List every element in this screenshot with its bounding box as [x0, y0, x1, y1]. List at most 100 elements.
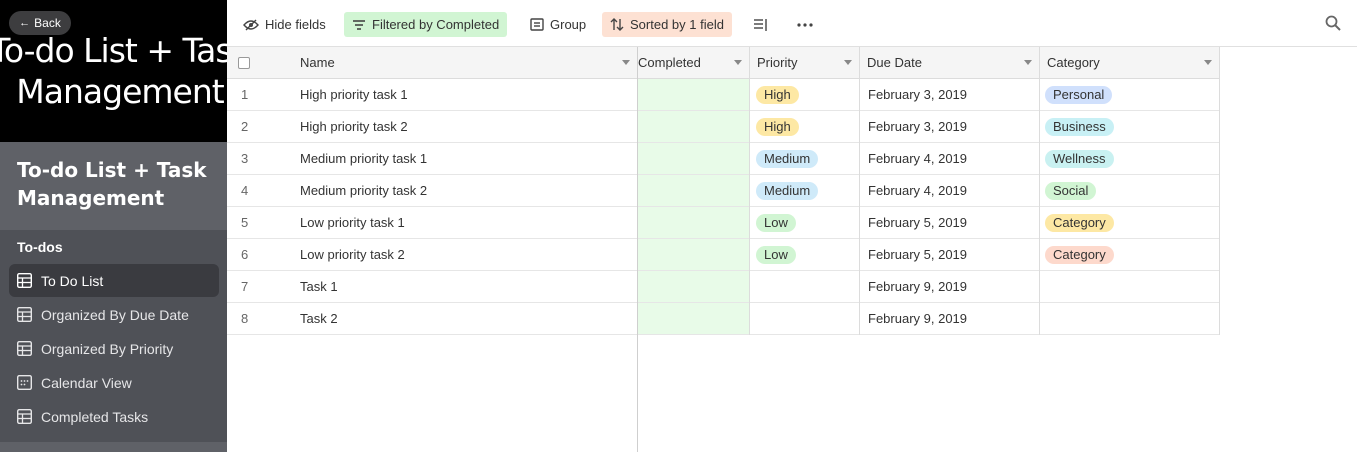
cell-category[interactable]: Category	[1040, 239, 1220, 271]
task-name: High priority task 1	[300, 87, 408, 102]
row-number: 7	[241, 279, 249, 294]
header-due-date-cell[interactable]: Due Date	[860, 47, 1040, 79]
cell-name[interactable]: 5 Low priority task 1	[227, 207, 638, 239]
cell-completed[interactable]	[638, 143, 750, 175]
due-date: February 9, 2019	[868, 311, 968, 326]
due-date: February 4, 2019	[868, 151, 968, 166]
cell-due[interactable]: February 5, 2019	[860, 207, 1040, 239]
sidebar: To-do List + Task Management ← Back To-d…	[0, 0, 227, 452]
column-header-completed: Completed	[638, 55, 701, 70]
cell-due[interactable]: February 4, 2019	[860, 143, 1040, 175]
back-button[interactable]: ← Back	[9, 11, 71, 35]
cell-priority[interactable]	[750, 271, 860, 303]
column-divider	[1039, 47, 1040, 335]
cell-priority[interactable]	[750, 303, 860, 335]
row-height-button[interactable]	[745, 12, 777, 37]
eye-slash-icon	[243, 19, 259, 30]
select-all-checkbox[interactable]	[238, 57, 250, 69]
cell-name[interactable]: 2 High priority task 2	[227, 111, 638, 143]
cell-name[interactable]: 1 High priority task 1	[227, 79, 638, 111]
priority-badge: High	[756, 85, 799, 104]
priority-badge: Medium	[756, 181, 819, 200]
cell-due[interactable]: February 4, 2019	[860, 175, 1040, 207]
cell-category[interactable]: Category	[1040, 207, 1220, 239]
cell-completed[interactable]	[638, 303, 750, 335]
hide-fields-button[interactable]: Hide fields	[235, 12, 334, 37]
cell-priority[interactable]: Low	[750, 239, 860, 271]
cell-category[interactable]	[1040, 271, 1220, 303]
filter-icon	[353, 19, 365, 30]
priority-badge: Low	[756, 213, 796, 232]
column-header-priority: Priority	[757, 55, 798, 70]
frozen-column-divider	[637, 47, 638, 452]
cell-name[interactable]: 7 Task 1	[227, 271, 638, 303]
sidebar-item-organized-by-priority[interactable]: Organized By Priority	[9, 332, 219, 365]
row-number: 3	[241, 151, 249, 166]
sidebar-title: To-do List + Task Management	[17, 158, 207, 210]
group-label: Group	[550, 17, 587, 32]
cell-due[interactable]: February 3, 2019	[860, 111, 1040, 143]
cell-completed[interactable]	[638, 271, 750, 303]
cell-due[interactable]: February 9, 2019	[860, 303, 1040, 335]
due-date: February 3, 2019	[868, 119, 968, 134]
search-button[interactable]	[1325, 15, 1341, 36]
task-name: Task 1	[300, 279, 338, 294]
chevron-down-icon[interactable]	[844, 60, 852, 65]
sidebar-item-label: Completed Tasks	[41, 408, 149, 425]
sidebar-item-calendar-view[interactable]: Calendar View	[9, 366, 219, 399]
cell-due[interactable]: February 9, 2019	[860, 271, 1040, 303]
filter-button[interactable]: Filtered by Completed	[344, 12, 508, 37]
cell-due[interactable]: February 5, 2019	[860, 239, 1040, 271]
cell-name[interactable]: 4 Medium priority task 2	[227, 175, 638, 207]
sidebar-item-to-do-list[interactable]: To Do List	[9, 264, 219, 297]
chevron-down-icon[interactable]	[1204, 60, 1212, 65]
sidebar-item-completed-tasks[interactable]: Completed Tasks	[9, 400, 219, 433]
cell-priority[interactable]: High	[750, 79, 860, 111]
sidebar-item-organized-by-due-date[interactable]: Organized By Due Date	[9, 298, 219, 331]
chevron-down-icon[interactable]	[1024, 60, 1032, 65]
cell-category[interactable]: Social	[1040, 175, 1220, 207]
cell-category[interactable]	[1040, 303, 1220, 335]
header-name-cell[interactable]: Name	[227, 47, 638, 79]
task-name: High priority task 2	[300, 119, 408, 134]
chevron-down-icon[interactable]	[734, 60, 742, 65]
cell-completed[interactable]	[638, 111, 750, 143]
cell-priority[interactable]: High	[750, 111, 860, 143]
cell-category[interactable]: Wellness	[1040, 143, 1220, 175]
row-number: 1	[241, 87, 249, 102]
column-header-due-date: Due Date	[867, 55, 922, 70]
category-badge: Category	[1045, 245, 1114, 264]
sidebar-item-label: Calendar View	[41, 374, 132, 391]
header-category-cell[interactable]: Category	[1040, 47, 1220, 79]
header-priority-cell[interactable]: Priority	[750, 47, 860, 79]
sort-button[interactable]: Sorted by 1 field	[602, 12, 732, 37]
cell-completed[interactable]	[638, 79, 750, 111]
sort-label: Sorted by 1 field	[630, 17, 724, 32]
row-number: 4	[241, 183, 249, 198]
due-date: February 5, 2019	[868, 247, 968, 262]
chevron-down-icon[interactable]	[622, 60, 630, 65]
cell-name[interactable]: 3 Medium priority task 1	[227, 143, 638, 175]
cell-priority[interactable]: Low	[750, 207, 860, 239]
priority-badge: Low	[756, 245, 796, 264]
cell-completed[interactable]	[638, 207, 750, 239]
cell-category[interactable]: Business	[1040, 111, 1220, 143]
cell-name[interactable]: 8 Task 2	[227, 303, 638, 335]
row-number: 2	[241, 119, 249, 134]
task-name: Medium priority task 1	[300, 151, 428, 166]
more-options-button[interactable]	[789, 12, 821, 37]
cell-completed[interactable]	[638, 239, 750, 271]
cell-priority[interactable]: Medium	[750, 175, 860, 207]
due-date: February 5, 2019	[868, 215, 968, 230]
due-date: February 3, 2019	[868, 87, 968, 102]
row-number: 8	[241, 311, 249, 326]
cell-name[interactable]: 6 Low priority task 2	[227, 239, 638, 271]
cell-priority[interactable]: Medium	[750, 143, 860, 175]
hero-title: To-do List + Task Management	[0, 31, 227, 111]
cell-completed[interactable]	[638, 175, 750, 207]
group-button[interactable]: Group	[522, 12, 594, 37]
cell-due[interactable]: February 3, 2019	[860, 79, 1040, 111]
header-completed-cell[interactable]: Completed	[638, 47, 750, 79]
cell-category[interactable]: Personal	[1040, 79, 1220, 111]
grid-icon	[17, 341, 32, 356]
